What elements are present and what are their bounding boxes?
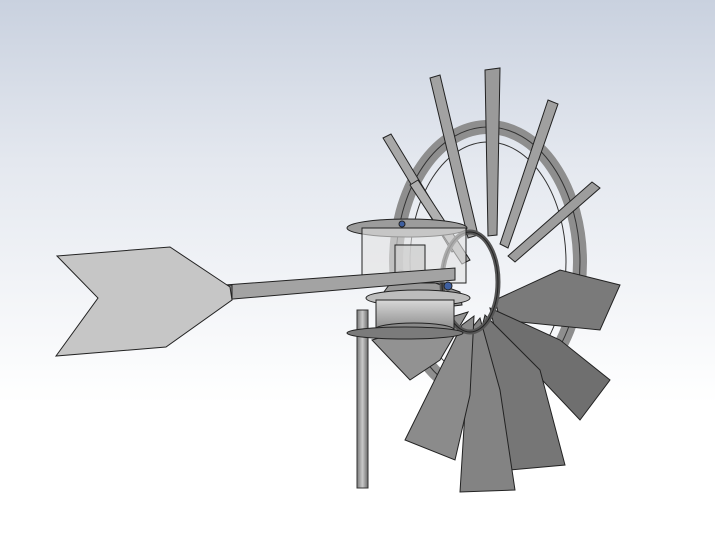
cad-viewport[interactable] (0, 0, 715, 538)
windmill-model (54, 67, 621, 493)
tail-vane[interactable] (54, 246, 233, 357)
